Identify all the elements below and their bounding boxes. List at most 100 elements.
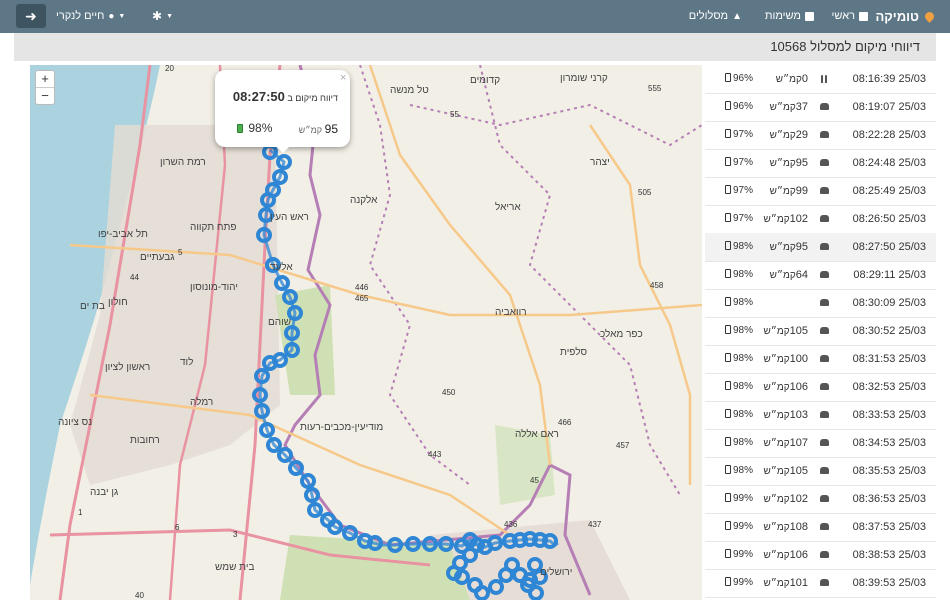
report-speed-unit: קמ״ש xyxy=(763,326,790,337)
battery-icon xyxy=(725,213,731,222)
report-speed-unit: קמ״ש xyxy=(775,74,802,85)
clipboard-icon xyxy=(805,12,814,21)
report-row[interactable]: 08:39:53 25/03 101קמ״ש 99% xyxy=(705,569,936,598)
report-row[interactable]: 08:25:49 25/03 99קמ״ש 97% xyxy=(705,177,936,206)
report-battery-value: 98% xyxy=(733,465,754,476)
map-canvas[interactable]: תל אביב-יפו חולון בת ים ראשון לציון פתח … xyxy=(30,65,702,600)
report-speed-unit: קמ״ש xyxy=(769,270,796,281)
report-battery: 99% xyxy=(725,513,753,541)
map-label: יצהר xyxy=(590,157,610,168)
report-battery: 98% xyxy=(725,429,753,457)
report-time: 08:19:07 25/03 xyxy=(852,101,926,113)
report-battery: 98% xyxy=(725,289,753,317)
report-time: 08:36:53 25/03 xyxy=(852,493,926,505)
report-speed-value: 99 xyxy=(795,185,808,197)
popup-battery-value: 98% xyxy=(248,121,273,135)
report-row[interactable]: 08:38:53 25/03 106קמ״ש 99% xyxy=(705,541,936,570)
road-number: 6 xyxy=(175,523,180,532)
report-row[interactable]: 08:29:11 25/03 64קמ״ש 98% xyxy=(705,261,936,290)
road-number: 437 xyxy=(588,520,602,529)
popup-speed-unit: קמ״ש xyxy=(298,125,323,135)
report-row[interactable]: 08:30:52 25/03 105קמ״ש 98% xyxy=(705,317,936,346)
dashboard-icon xyxy=(859,12,868,21)
road-458 xyxy=(588,124,692,485)
map-label: גבעתיים xyxy=(140,252,175,263)
popup-speed: 95 קמ״ש xyxy=(299,122,338,136)
report-speed-value: 103 xyxy=(789,409,808,421)
nav-lists[interactable]: משימות xyxy=(765,0,814,33)
popup-speed-value: 95 xyxy=(324,122,338,136)
report-row[interactable]: 08:27:50 25/03 95קמ״ש 98% xyxy=(705,233,936,262)
map-label: מודיעין-מכבים-רעות xyxy=(300,422,383,433)
car-icon xyxy=(820,317,829,345)
report-speed-unit: קמ״ש xyxy=(769,102,796,113)
road-number: 465 xyxy=(355,294,369,303)
map-view[interactable]: תל אביב-יפו חולון בת ים ראשון לציון פתח … xyxy=(30,65,702,600)
report-row[interactable]: 08:34:53 25/03 107קמ״ש 98% xyxy=(705,429,936,458)
report-row[interactable]: 08:32:53 25/03 106קמ״ש 98% xyxy=(705,373,936,402)
report-speed: 37קמ״ש xyxy=(770,93,808,122)
report-row[interactable]: 08:30:09 25/03 98% xyxy=(705,289,936,318)
road-number: 20 xyxy=(165,65,174,73)
report-row[interactable]: 08:33:53 25/03 103קמ״ש 98% xyxy=(705,401,936,430)
road-number: 466 xyxy=(558,418,572,427)
report-row[interactable]: 08:36:53 25/03 102קמ״ש 99% xyxy=(705,485,936,514)
report-speed-value: 105 xyxy=(789,465,808,477)
top-navbar: טומיקה ראשי משימות מסלולים ▲ ✱ ▼ חיים לנ… xyxy=(0,0,950,33)
map-label: אלעד xyxy=(270,261,293,273)
nav-main-label: ראשי xyxy=(831,10,855,22)
car-icon xyxy=(820,345,829,373)
report-row[interactable]: 08:31:53 25/03 100קמ״ש 98% xyxy=(705,345,936,374)
report-speed-unit: קמ״ש xyxy=(763,354,790,365)
car-icon xyxy=(820,121,829,149)
report-speed: 95קמ״ש xyxy=(770,149,808,178)
zoom-out-button[interactable]: − xyxy=(36,87,54,104)
user-name: חיים לנקרי xyxy=(56,10,105,22)
battery-icon xyxy=(725,101,731,110)
report-row[interactable]: 08:26:50 25/03 102קמ״ש 97% xyxy=(705,205,936,234)
brand-link[interactable]: טומיקה xyxy=(875,0,936,33)
report-speed: 106קמ״ש xyxy=(764,373,808,402)
map-label: רחובות xyxy=(130,435,160,446)
report-row[interactable]: 08:16:39 25/03 0קמ״ש 96% xyxy=(705,65,936,94)
road-number: 457 xyxy=(616,441,630,450)
logout-button[interactable]: ➜ xyxy=(16,4,46,28)
nav-main[interactable]: ראשי xyxy=(832,0,868,33)
report-battery-value: 98% xyxy=(733,437,754,448)
map-label: ראש העין xyxy=(270,212,309,223)
brand-label: טומיקה xyxy=(875,9,919,24)
report-row[interactable]: 08:35:53 25/03 105קמ״ש 98% xyxy=(705,457,936,486)
settings-dropdown[interactable]: ✱ ▼ xyxy=(152,0,173,33)
report-battery-value: 97% xyxy=(733,157,754,168)
report-battery: 97% xyxy=(725,177,753,205)
car-icon xyxy=(820,261,829,289)
zoom-in-button[interactable]: + xyxy=(36,71,54,87)
battery-icon xyxy=(725,437,731,446)
report-row[interactable]: 08:19:07 25/03 37קמ״ש 96% xyxy=(705,93,936,122)
road-number: 1 xyxy=(78,508,83,517)
road-number: 40 xyxy=(135,591,144,600)
report-row[interactable]: 08:22:28 25/03 29קמ״ש 97% xyxy=(705,121,936,150)
report-battery: 98% xyxy=(725,373,753,401)
report-battery: 98% xyxy=(725,261,753,289)
report-row[interactable]: 08:24:48 25/03 95קמ״ש 97% xyxy=(705,149,936,178)
report-battery-value: 99% xyxy=(733,549,754,560)
map-label: כפר מאלכ xyxy=(600,328,643,340)
map-label: שוהם xyxy=(268,317,291,328)
report-row[interactable]: 08:37:53 25/03 108קמ״ש 99% xyxy=(705,513,936,542)
popup-battery: 98% xyxy=(237,121,272,135)
report-time: 08:35:53 25/03 xyxy=(852,465,926,477)
road-number: 450 xyxy=(442,388,456,397)
close-popup-button[interactable]: × xyxy=(340,72,346,84)
battery-icon xyxy=(725,325,731,334)
car-icon xyxy=(820,289,829,317)
battery-icon xyxy=(725,73,731,82)
map-label: אריאל xyxy=(495,201,521,213)
report-battery-value: 99% xyxy=(733,493,754,504)
car-icon xyxy=(820,541,829,569)
car-icon xyxy=(820,513,829,541)
nav-routes[interactable]: מסלולים ▲ xyxy=(689,0,742,33)
user-dropdown[interactable]: חיים לנקרי ● ▼ xyxy=(56,0,125,33)
car-icon xyxy=(820,205,829,233)
report-speed-value: 105 xyxy=(789,325,808,337)
